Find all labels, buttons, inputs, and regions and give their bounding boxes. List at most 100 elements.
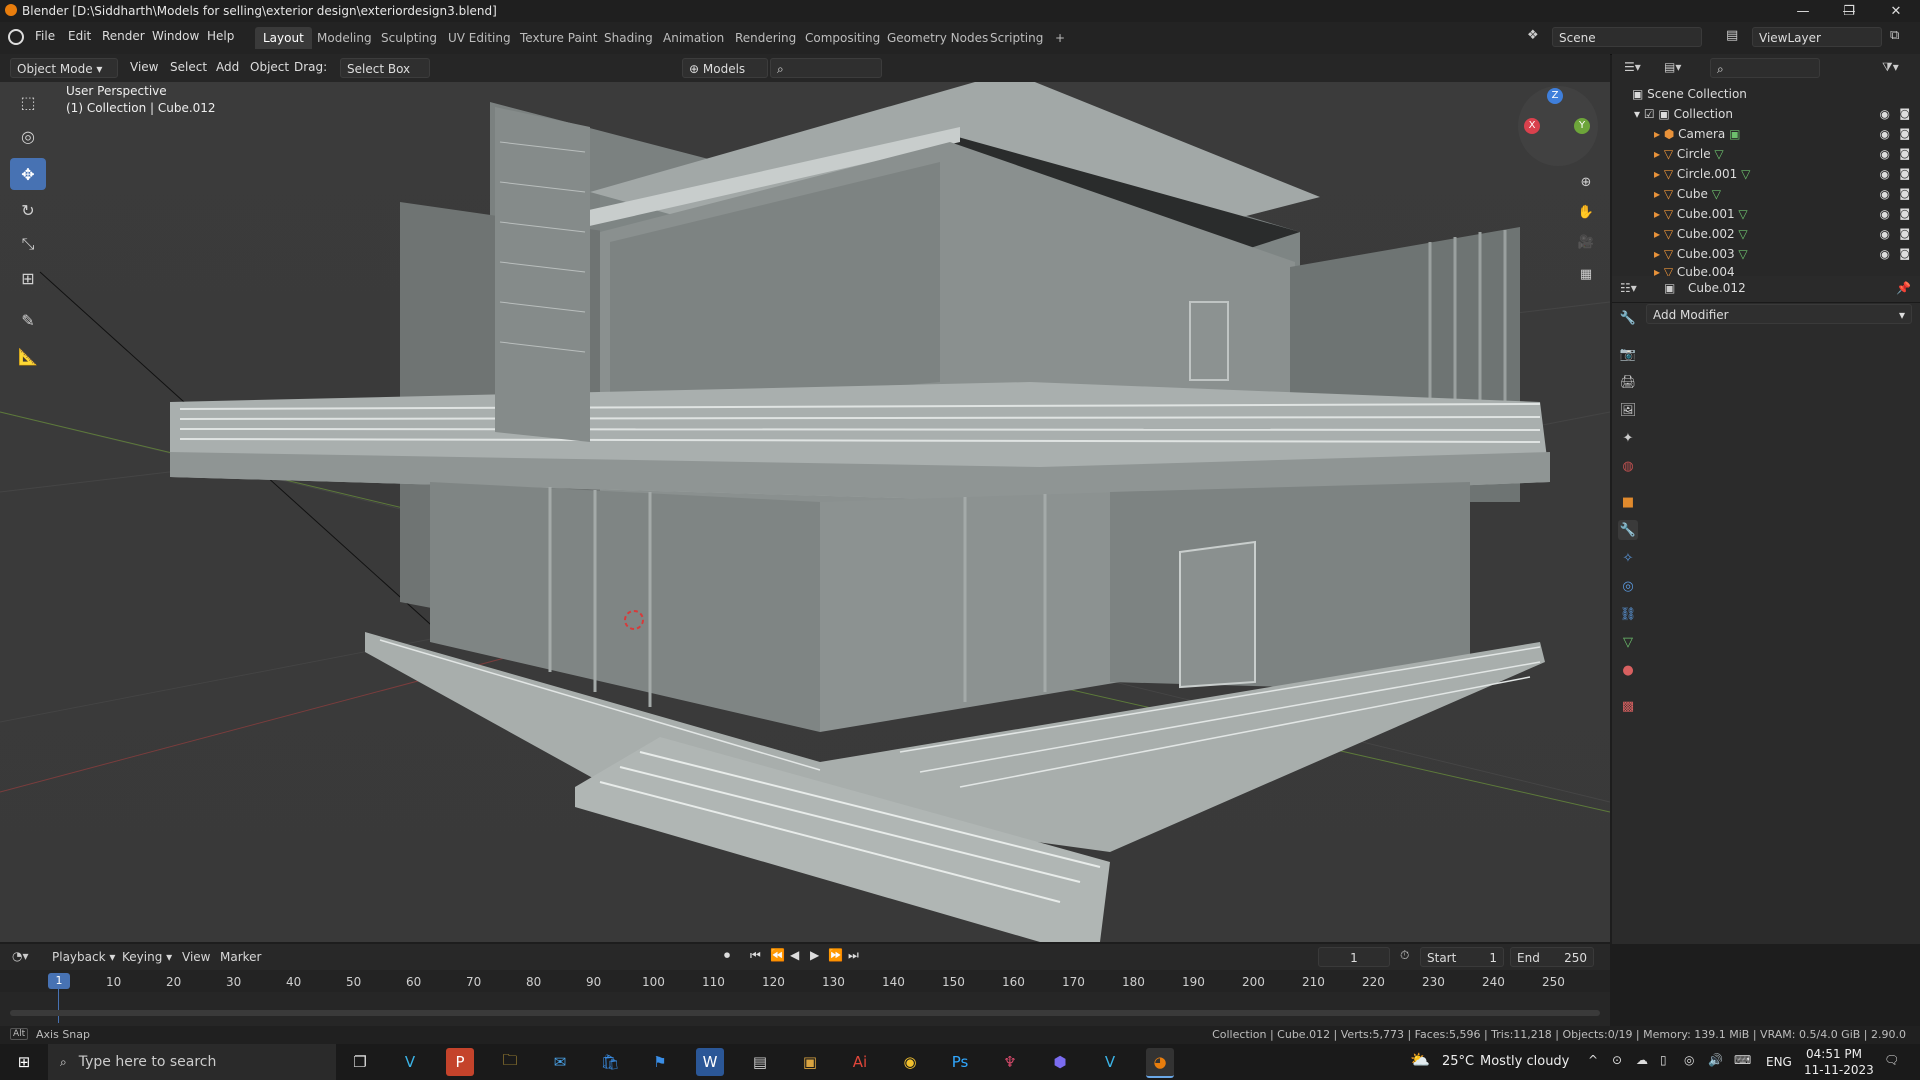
clock-time[interactable]: 04:51 PM (1806, 1047, 1862, 1061)
outliner-search-field[interactable]: ⌕ (1710, 58, 1820, 78)
outliner-collection[interactable]: ▾ ☑ ▣ Collection ◉ ◙ (1612, 104, 1920, 124)
new-viewlayer-icon[interactable]: ⧉ (1890, 28, 1899, 43)
output-tab-icon[interactable]: 🖨 (1618, 372, 1638, 392)
timeline-view-menu[interactable]: View (182, 950, 210, 964)
data-tab-icon[interactable]: ▽ (1618, 632, 1638, 652)
app-icon[interactable]: ⚑ (646, 1048, 674, 1076)
outliner-item-cube-002[interactable]: ▸ ▽ Cube.002 ▽ ◉ ◙ (1612, 224, 1920, 244)
texture-tab-icon[interactable]: ▩ (1618, 696, 1638, 716)
pan-hand-icon[interactable]: ✋ (1574, 200, 1598, 224)
particles-tab-icon[interactable]: ✧ (1618, 548, 1638, 568)
pin-icon[interactable]: 📌 (1896, 281, 1911, 295)
annotate-tool[interactable]: ✎ (10, 304, 46, 336)
tab-modeling[interactable]: Modeling (309, 27, 380, 49)
tab-shading[interactable]: Shading (596, 27, 661, 49)
task-view-icon[interactable]: ❐ (346, 1048, 374, 1076)
app-v-icon[interactable]: V (396, 1048, 424, 1076)
object-tab-icon[interactable]: ■ (1618, 492, 1638, 512)
end-frame-field[interactable]: End 250 (1510, 947, 1594, 967)
tray-overflow-icon[interactable]: ^ (1588, 1053, 1598, 1067)
move-tool[interactable]: ✥ (10, 158, 46, 190)
archive-icon[interactable]: ▣ (796, 1048, 824, 1076)
jump-end-icon[interactable]: ⏭ (848, 948, 859, 963)
constraints-tab-icon[interactable]: ⛓ (1618, 604, 1638, 624)
windows-start-icon[interactable]: ⊞ (10, 1048, 38, 1076)
material-tab-icon[interactable]: ● (1618, 660, 1638, 680)
app-pin-icon[interactable]: ♆ (996, 1048, 1024, 1076)
menu-render[interactable]: Render (102, 29, 145, 43)
measure-tool[interactable]: 📐 (10, 340, 46, 372)
network-icon[interactable]: ◎ (1684, 1053, 1694, 1067)
illustrator-icon[interactable]: Ai (846, 1048, 874, 1076)
display-mode-icon[interactable]: ▤▾ (1664, 60, 1681, 74)
outliner-item-camera[interactable]: ▸ ⬢ Camera ▣ ◉ ◙ (1612, 124, 1920, 144)
navigation-gizmo[interactable]: Z X Y (1518, 86, 1598, 166)
menu-select[interactable]: Select (170, 60, 207, 74)
tab-texture-paint[interactable]: Texture Paint (512, 27, 605, 49)
keying-menu[interactable]: Keying ▾ (122, 950, 172, 964)
outliner-item-cube[interactable]: ▸ ▽ Cube ▽ ◉ ◙ (1612, 184, 1920, 204)
prev-keyframe-icon[interactable]: ⏪ (770, 948, 785, 962)
photoshop-icon[interactable]: Ps (946, 1048, 974, 1076)
gizmo-x-axis[interactable]: X (1524, 118, 1540, 134)
battery-icon[interactable]: ▯ (1660, 1053, 1667, 1067)
weather-temp[interactable]: 25°C (1442, 1054, 1474, 1069)
current-frame-field[interactable]: 1 (1318, 947, 1390, 967)
rotate-tool[interactable]: ↻ (10, 194, 46, 226)
mail-icon[interactable]: ✉ (546, 1048, 574, 1076)
store-icon[interactable]: 🛍 (596, 1048, 624, 1076)
play-reverse-icon[interactable]: ◀ (790, 948, 799, 962)
add-workspace-button[interactable]: + (1047, 27, 1073, 49)
editor-type-icon[interactable]: ☰▾ (1624, 60, 1641, 74)
tab-sculpting[interactable]: Sculpting (373, 27, 445, 49)
select-box-tool[interactable]: ⬚ (10, 86, 46, 118)
record-icon[interactable]: ⏺ (724, 948, 730, 963)
start-frame-field[interactable]: Start 1 (1420, 947, 1504, 967)
render-tab-icon[interactable]: 📷 (1618, 344, 1638, 364)
world-tab-icon[interactable]: ◍ (1618, 456, 1638, 476)
camera-view-icon[interactable]: 🎥 (1574, 230, 1598, 254)
app-hex-icon[interactable]: ⬢ (1046, 1048, 1074, 1076)
menu-file[interactable]: File (35, 29, 55, 43)
menu-window[interactable]: Window (152, 29, 199, 43)
cursor-tool[interactable]: ◎ (10, 120, 46, 152)
timeline-scrollbar[interactable] (10, 1010, 1600, 1016)
tray-cloud-icon[interactable]: ☁ (1636, 1053, 1648, 1067)
menu-object[interactable]: Object (250, 60, 289, 74)
restore-button[interactable]: ❐ (1826, 0, 1872, 22)
weather-desc[interactable]: Mostly cloudy (1480, 1054, 1569, 1069)
play-icon[interactable]: ▶ (810, 948, 819, 962)
powerpoint-icon[interactable]: P (446, 1048, 474, 1076)
gizmo-z-axis[interactable]: Z (1547, 88, 1563, 104)
outliner-scene-collection[interactable]: ▣ Scene Collection (1612, 84, 1920, 104)
filter-icon[interactable]: ⧩▾ (1882, 60, 1899, 75)
notification-icon[interactable]: 🗨 (1884, 1053, 1899, 1067)
tray-app-icon[interactable]: ⊙ (1612, 1053, 1622, 1067)
app-v2-icon[interactable]: V (1096, 1048, 1124, 1076)
clock-date[interactable]: 11-11-2023 (1804, 1063, 1874, 1077)
notepad-icon[interactable]: ▤ (746, 1048, 774, 1076)
menu-help[interactable]: Help (207, 29, 234, 43)
playhead[interactable]: 1 (48, 973, 70, 989)
language-indicator[interactable]: ENG (1766, 1055, 1792, 1069)
add-modifier-dropdown[interactable]: Add Modifier ▾ (1646, 304, 1912, 324)
close-button[interactable]: ✕ (1872, 0, 1920, 22)
tool-tab-icon[interactable]: 🔧 (1618, 308, 1638, 328)
outliner-item-circle-001[interactable]: ▸ ▽ Circle.001 ▽ ◉ ◙ (1612, 164, 1920, 184)
outliner-item-circle[interactable]: ▸ ▽ Circle ▽ ◉ ◙ (1612, 144, 1920, 164)
marker-menu[interactable]: Marker (220, 950, 261, 964)
modifier-tab-icon[interactable]: 🔧 (1618, 520, 1638, 540)
menu-add[interactable]: Add (216, 60, 239, 74)
weather-icon[interactable]: ⛅ (1410, 1050, 1430, 1069)
tab-geometry-nodes[interactable]: Geometry Nodes (879, 27, 996, 49)
blender-menu-icon[interactable] (8, 29, 24, 45)
transform-orientation-selector[interactable]: ⊕ Models (682, 58, 768, 78)
viewlayer-selector[interactable]: ViewLayer (1752, 27, 1882, 47)
transform-tool[interactable]: ⊞ (10, 262, 46, 294)
scene-tab-icon[interactable]: ✦ (1618, 428, 1638, 448)
outliner-item-cube-003[interactable]: ▸ ▽ Cube.003 ▽ ◉ ◙ (1612, 244, 1920, 264)
chrome-icon[interactable]: ◉ (896, 1048, 924, 1076)
tab-rendering[interactable]: Rendering (727, 27, 804, 49)
tab-layout[interactable]: Layout (255, 27, 312, 49)
zoom-icon[interactable]: ⊕ (1574, 170, 1598, 194)
